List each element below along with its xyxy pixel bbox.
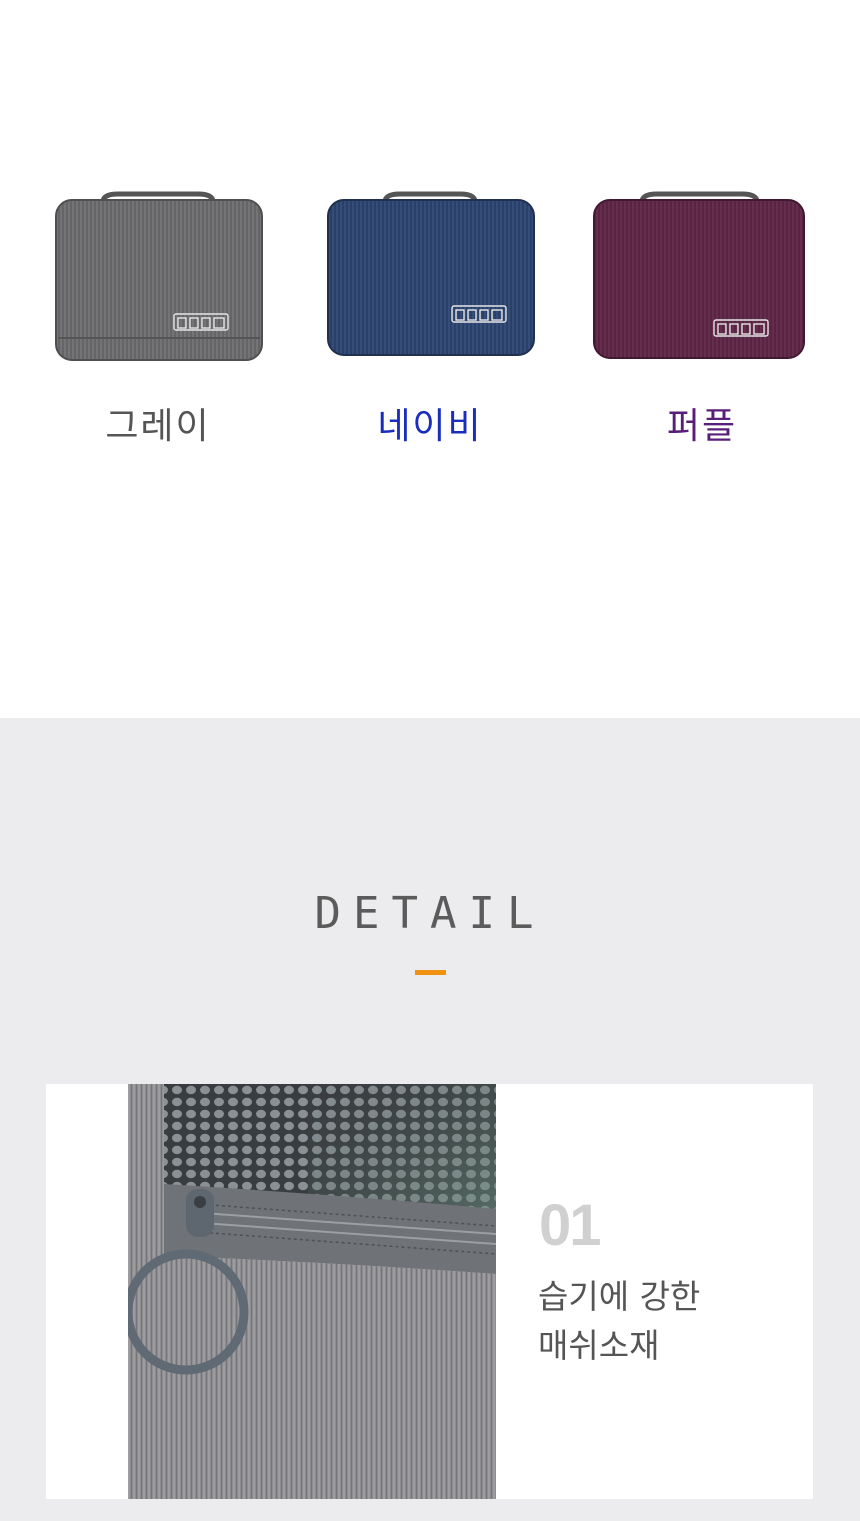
detail-section: DETAIL 01 습기에 강한 매쉬소재 bbox=[0, 718, 860, 1521]
purple-bag-image bbox=[593, 191, 805, 359]
color-option-purple[interactable]: 퍼플 bbox=[592, 190, 812, 445]
color-option-navy[interactable]: 네이비 bbox=[320, 190, 540, 445]
color-option-gray[interactable]: 그레이 bbox=[48, 190, 268, 445]
feature-number: 01 bbox=[539, 1193, 601, 1258]
color-options-section: 그레이 네이비 퍼플 bbox=[0, 0, 860, 718]
feature-description-line2: 매쉬소재 bbox=[538, 1326, 660, 1365]
gray-bag-image bbox=[55, 191, 263, 361]
feature-card: 01 습기에 강한 매쉬소재 bbox=[46, 1084, 813, 1499]
color-label: 퍼플 bbox=[666, 406, 738, 447]
feature-description: 습기에 강한 매쉬소재 bbox=[538, 1272, 700, 1370]
detail-title: DETAIL bbox=[314, 888, 546, 939]
navy-bag-image bbox=[327, 191, 535, 356]
color-label: 그레이 bbox=[105, 406, 211, 447]
title-accent-bar bbox=[415, 970, 446, 975]
color-label: 네이비 bbox=[377, 406, 483, 447]
mesh-detail-photo bbox=[128, 1084, 496, 1499]
feature-description-line1: 습기에 강한 bbox=[538, 1277, 701, 1316]
